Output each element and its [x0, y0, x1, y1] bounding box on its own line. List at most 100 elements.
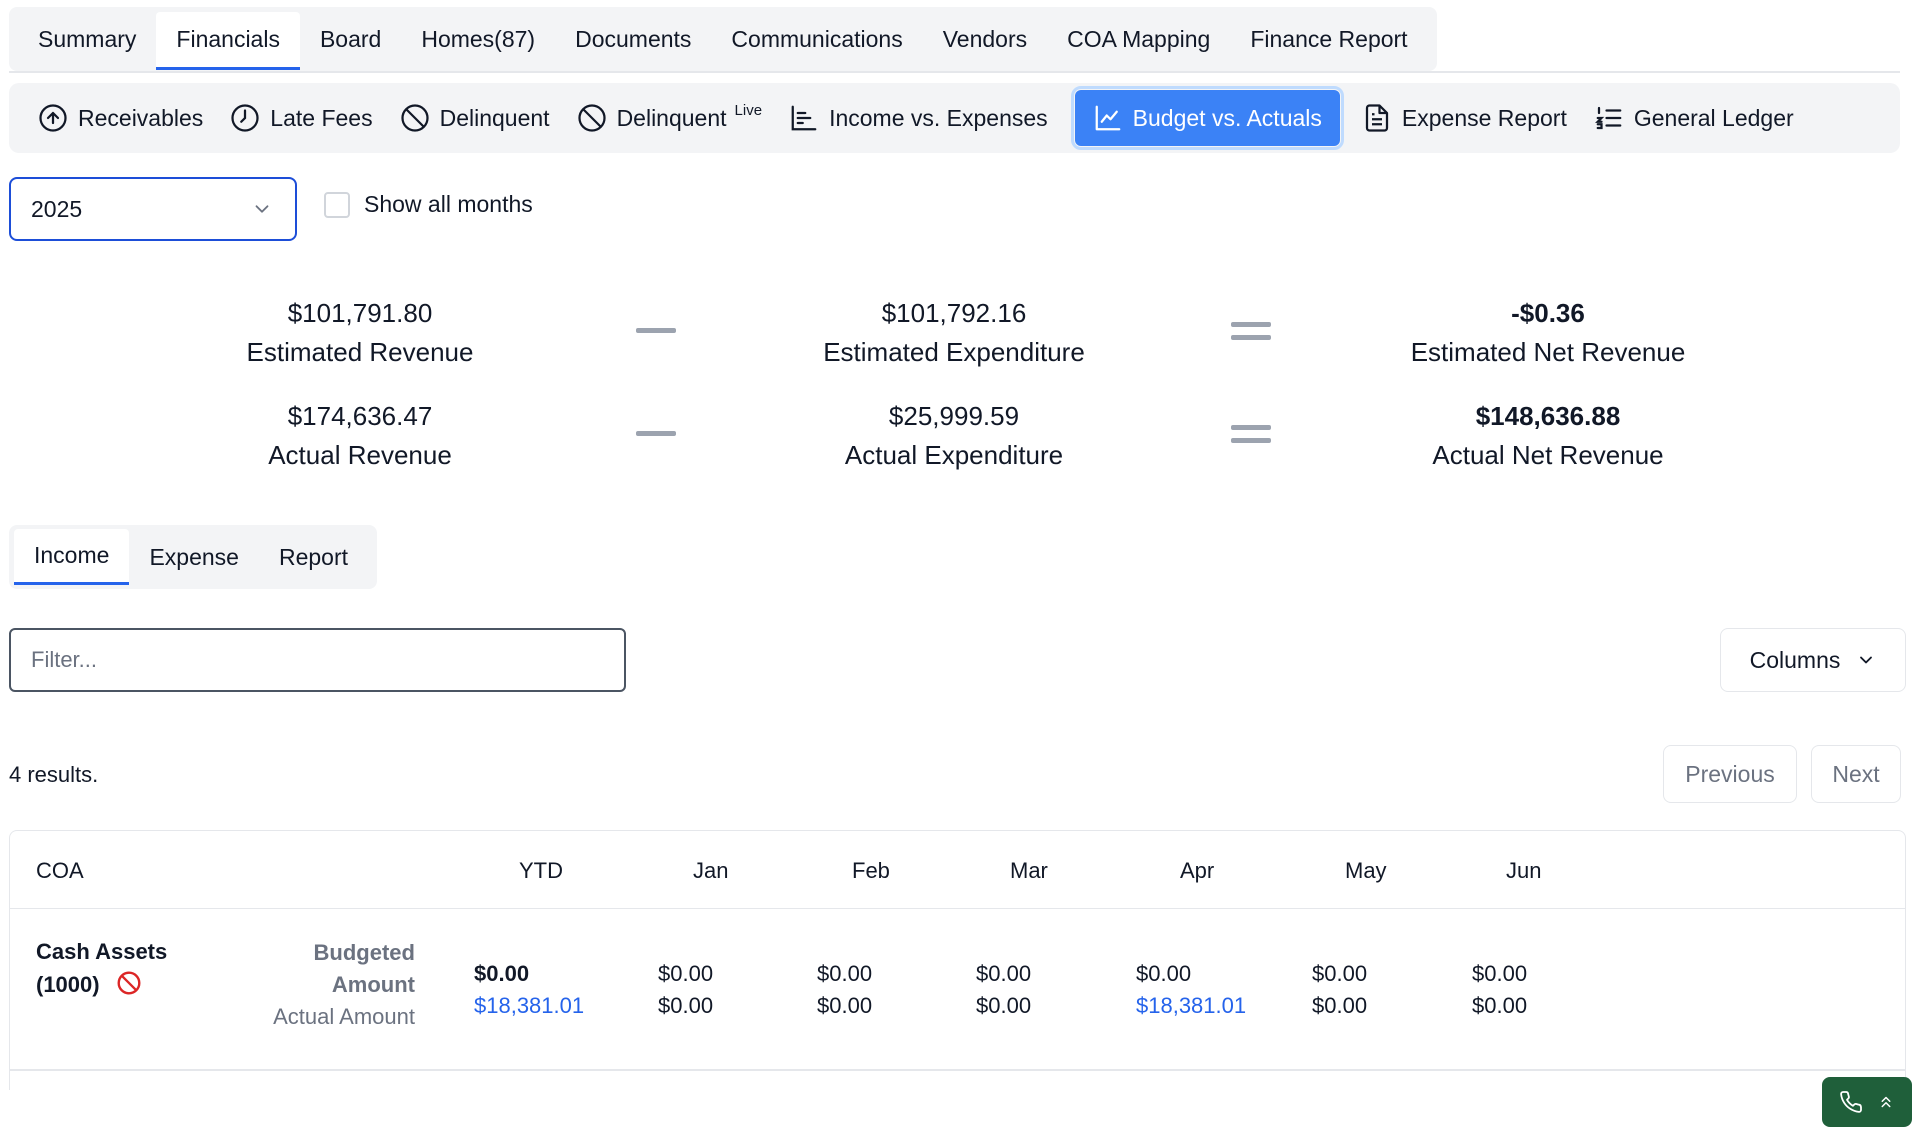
columns-button-label: Columns	[1749, 646, 1841, 673]
clock-icon	[231, 104, 259, 132]
report-tab-delinquent[interactable]: Delinquent	[392, 90, 569, 146]
tab-expense[interactable]: Expense	[129, 529, 259, 585]
actual-revenue-label: Actual Revenue	[268, 440, 452, 470]
report-tab-receivables[interactable]: Receivables	[30, 90, 222, 146]
report-tab-bar: Receivables Late Fees Delinquent Delinqu…	[9, 83, 1900, 153]
column-header-apr[interactable]: Apr	[1180, 858, 1214, 884]
year-select-value: 2025	[31, 195, 83, 222]
estimated-net-revenue-amount: -$0.36	[1511, 298, 1585, 328]
budgeted-value: $0.00	[1472, 961, 1528, 986]
tab-financials[interactable]: Financials	[156, 12, 300, 70]
column-header-jan[interactable]: Jan	[693, 858, 728, 884]
bar-chart-horizontal-icon	[791, 105, 817, 131]
cell-apr: $0.00 $18,381.01	[1136, 958, 1246, 1022]
column-header-ytd[interactable]: YTD	[519, 858, 563, 884]
actual-net-revenue: $148,636.88 Actual Net Revenue	[1338, 397, 1758, 475]
call-support-button[interactable]	[1822, 1077, 1912, 1127]
estimated-revenue-label: Estimated Revenue	[246, 337, 474, 367]
tab-vendors[interactable]: Vendors	[923, 14, 1047, 64]
chevron-down-icon	[255, 205, 269, 213]
budgeted-value: $0.00	[1312, 961, 1368, 986]
column-header-feb[interactable]: Feb	[852, 858, 890, 884]
report-tab-label: Receivables	[78, 104, 204, 131]
equals-operator	[1231, 322, 1271, 340]
columns-button[interactable]: Columns	[1720, 628, 1906, 692]
show-all-months-label: Show all months	[364, 191, 533, 217]
minus-operator	[636, 328, 676, 333]
actual-revenue-amount: $174,636.47	[287, 401, 433, 431]
report-tab-label: Income vs. Expenses	[829, 104, 1048, 131]
actual-value: $0.00	[1472, 993, 1528, 1018]
minus-operator	[636, 431, 676, 436]
tab-summary[interactable]: Summary	[18, 14, 156, 64]
budgeted-value: $0.00	[474, 961, 530, 986]
estimated-net-revenue-label: Estimated Net Revenue	[1410, 337, 1686, 367]
estimated-revenue: $101,791.80 Estimated Revenue	[150, 294, 570, 372]
show-all-months-checkbox[interactable]	[324, 191, 350, 218]
actual-value: $0.00	[658, 993, 714, 1018]
arrow-up-circle-icon	[39, 104, 67, 132]
coa-account-code-line: (1000)	[36, 968, 167, 1001]
line-chart-icon	[1095, 105, 1121, 131]
column-header-coa[interactable]: COA	[36, 858, 84, 884]
report-tab-label: Budget vs. Actuals	[1132, 104, 1322, 131]
cell-may: $0.00 $0.00	[1312, 958, 1367, 1022]
row-divider	[10, 1069, 1905, 1071]
actual-expenditure: $25,999.59 Actual Expenditure	[744, 397, 1164, 475]
results-count: 4 results.	[9, 762, 99, 787]
report-tab-label: Delinquent	[439, 104, 550, 131]
show-all-months-control: Show all months	[324, 191, 533, 218]
filter-input[interactable]	[9, 628, 626, 692]
tab-board[interactable]: Board	[300, 14, 401, 64]
next-page-button[interactable]: Next	[1811, 745, 1901, 803]
budgeted-value: $0.00	[658, 961, 714, 986]
budgeted-value: $0.00	[976, 961, 1032, 986]
actual-expenditure-label: Actual Expenditure	[844, 440, 1064, 470]
tab-income[interactable]: Income	[14, 529, 130, 585]
cell-mar: $0.00 $0.00	[976, 958, 1031, 1022]
report-tab-general-ledger[interactable]: General Ledger	[1586, 90, 1813, 146]
year-select[interactable]: 2025	[9, 177, 297, 241]
previous-page-button[interactable]: Previous	[1663, 745, 1797, 803]
actual-value-link[interactable]: $18,381.01	[1136, 990, 1246, 1022]
actual-value: $0.00	[817, 993, 873, 1018]
report-tab-budget-vs-actuals[interactable]: Budget vs. Actuals	[1070, 86, 1344, 150]
live-badge: Live	[734, 101, 763, 119]
report-tab-label: Expense Report	[1401, 104, 1567, 131]
cell-feb: $0.00 $0.00	[817, 958, 872, 1022]
report-tab-late-fees[interactable]: Late Fees	[222, 90, 391, 146]
estimated-expenditure-amount: $101,792.16	[881, 298, 1027, 328]
ban-icon[interactable]	[116, 970, 142, 996]
chevrons-up-icon	[1881, 1096, 1891, 1108]
row-value-labels: Budgeted Amount Actual Amount	[190, 937, 415, 1033]
actual-value-link[interactable]: $18,381.01	[474, 990, 584, 1022]
coa-account-name: Cash Assets (1000)	[36, 935, 167, 1001]
tab-finance-report[interactable]: Finance Report	[1230, 14, 1427, 64]
chevron-down-icon	[1860, 656, 1873, 664]
ban-icon	[577, 104, 606, 132]
budgeted-value: $0.00	[817, 961, 873, 986]
column-header-mar[interactable]: Mar	[1010, 858, 1048, 884]
column-header-may[interactable]: May	[1345, 858, 1387, 884]
actual-value: $0.00	[976, 993, 1032, 1018]
report-tab-label: Late Fees	[270, 104, 373, 131]
report-tab-delinquent-live[interactable]: Delinquent Live	[569, 90, 782, 146]
report-tab-income-vs-expenses[interactable]: Income vs. Expenses	[781, 90, 1067, 146]
tab-homes[interactable]: Homes(87)	[401, 14, 555, 64]
tab-report[interactable]: Report	[259, 529, 368, 585]
cell-jun: $0.00 $0.00	[1472, 958, 1527, 1022]
ban-icon	[400, 104, 429, 132]
list-ordered-icon	[1594, 106, 1622, 130]
phone-icon	[1840, 1091, 1862, 1113]
tab-coa-mapping[interactable]: COA Mapping	[1047, 14, 1230, 64]
tab-documents[interactable]: Documents	[555, 14, 711, 64]
report-tab-expense-report[interactable]: Expense Report	[1354, 90, 1586, 146]
budgeted-amount-label: Budgeted	[313, 940, 415, 965]
budgeted-value: $0.00	[1136, 961, 1192, 986]
tab-communications[interactable]: Communications	[711, 14, 922, 64]
actual-net-revenue-label: Actual Net Revenue	[1432, 440, 1664, 470]
column-header-jun[interactable]: Jun	[1506, 858, 1541, 884]
actual-revenue: $174,636.47 Actual Revenue	[150, 397, 570, 475]
estimated-expenditure: $101,792.16 Estimated Expenditure	[744, 294, 1164, 372]
actual-value: $0.00	[1312, 993, 1368, 1018]
